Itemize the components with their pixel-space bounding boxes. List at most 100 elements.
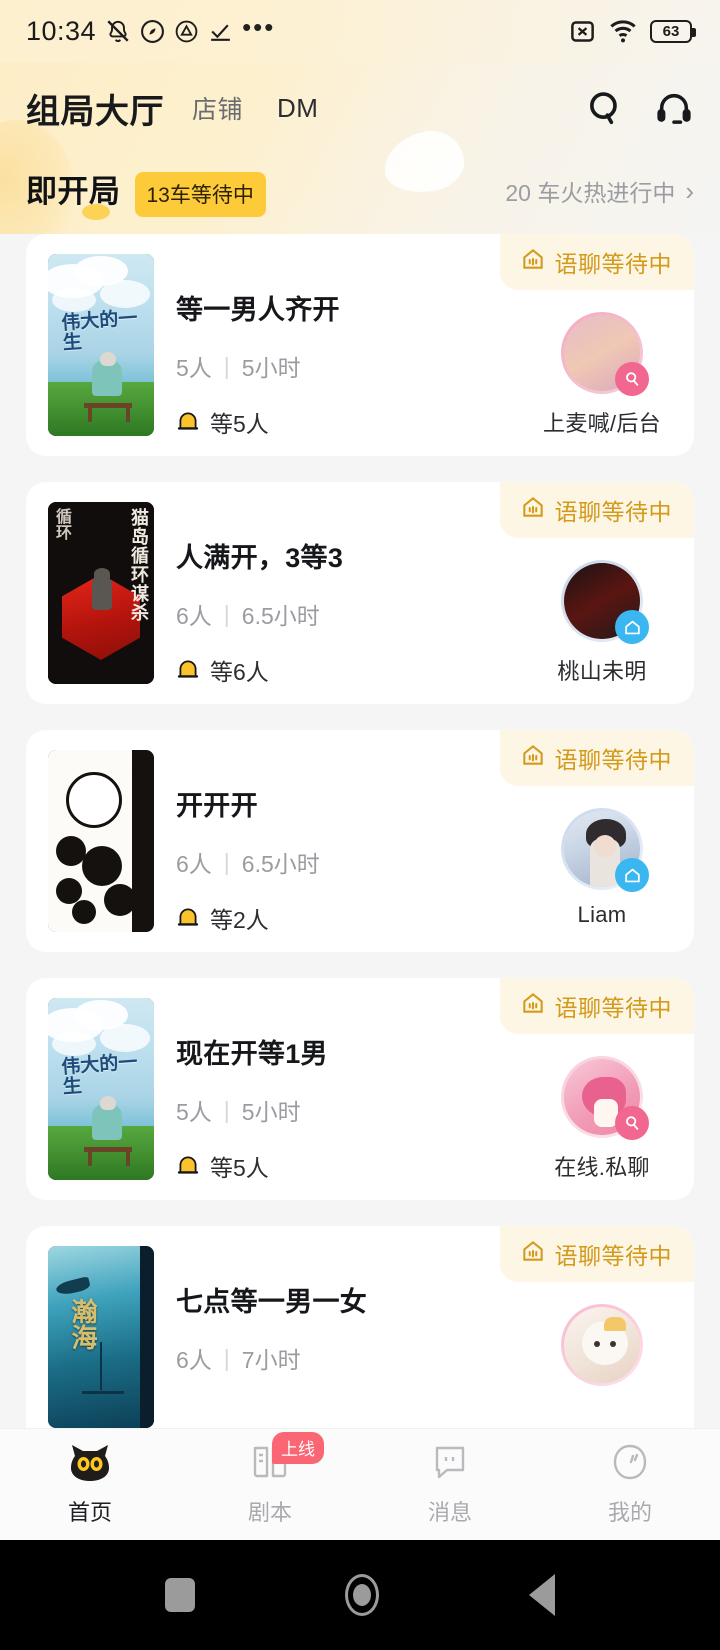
house-icon [615,858,649,892]
tab-dm[interactable]: DM [277,93,318,124]
host-name: 桃山未明 [557,654,646,686]
wait-label: 等5人 [210,405,269,439]
table-row[interactable]: 瀚海 七点等一男一女 6人 | 7小时 语聊等待中 [26,1226,694,1448]
duration: 5小时 [242,349,301,383]
table-row[interactable]: 伟大的一生 等一男人齐开 5人 | 5小时 [26,234,694,456]
status-label: 语聊等待中 [555,989,673,1023]
status-label: 语聊等待中 [555,493,673,527]
script-poster: 猫岛循环谋杀 循环 [48,502,154,684]
header: 组局大厅 店铺 DM [0,62,720,234]
status-label: 语聊等待中 [555,1237,673,1271]
duration: 6.5小时 [242,845,320,879]
status-label: 语聊等待中 [555,741,673,775]
house-audio-icon [520,1238,546,1270]
host-block[interactable]: 上麦喊/后台 [540,312,664,438]
meta-divider: | [224,1097,230,1124]
tab-label: 剧本 [248,1495,292,1527]
house-audio-icon [520,742,546,774]
message-icon [429,1442,471,1487]
table-row[interactable]: 猫岛循环谋杀 循环 人满开，3等3 6人 | 6.5小时 [26,482,694,704]
status-badge: 语聊等待中 [500,978,695,1034]
android-nav-bar [0,1540,720,1650]
poster-title: 猫岛循环谋杀 [130,508,148,622]
battery-level: 63 [663,23,680,40]
ongoing-link[interactable]: 20 车火热进行中 › [505,174,694,208]
poster-subtitle: 循环 [53,508,69,540]
host-block[interactable] [540,1304,664,1386]
tab-label: 消息 [428,1495,472,1527]
bottom-tab-bar: 首页 上线 剧本 消息 [0,1428,720,1540]
status-badge: 语聊等待中 [500,482,695,538]
battery-icon: 63 [650,20,692,43]
script-poster: 戏班 [48,750,154,932]
script-poster: 伟大的一生 [48,998,154,1180]
compass-icon [140,19,165,44]
meta-divider: | [224,849,230,876]
script-poster: 伟大的一生 [48,254,154,436]
sim-disabled-icon [569,18,596,45]
avatar [564,1307,640,1383]
host-name: 上麦喊/后台 [543,406,661,438]
chevron-right-icon: › [685,176,694,207]
room-list[interactable]: 伟大的一生 等一男人齐开 5人 | 5小时 [0,234,720,1448]
table-row[interactable]: 伟大的一生 现在开等1男 5人 | 5小时 [26,978,694,1200]
back-button[interactable] [529,1574,555,1616]
house-audio-icon [520,246,546,278]
avatar-ring [561,808,643,890]
poster-title: 伟大的一生 [61,307,154,353]
status-badge: 语聊等待中 [500,234,695,290]
duration: 5小时 [242,1093,301,1127]
headset-icon[interactable] [654,89,694,127]
duration: 6.5小时 [242,597,320,631]
poster-title: 戏班 [135,758,150,788]
audio-wave-icon [615,1106,649,1140]
host-block[interactable]: Liam [540,808,664,928]
people-count: 6人 [176,597,212,631]
search-icon[interactable] [586,89,624,127]
house-audio-icon [520,494,546,526]
wait-label: 等6人 [210,653,269,687]
meta-divider: | [224,1345,230,1372]
poster-title: 瀚海 [68,1298,96,1350]
avatar-ring [561,1056,643,1138]
meta-divider: | [224,601,230,628]
wait-label: 等2人 [210,901,269,935]
tab-script[interactable]: 上线 剧本 [180,1442,360,1527]
tab-messages[interactable]: 消息 [360,1442,540,1527]
wifi-icon [609,18,637,44]
page-title[interactable]: 组局大厅 [26,84,164,133]
phone-screen: 10:34 [0,0,720,1650]
spotlight-person-icon [176,1154,200,1178]
tab-profile[interactable]: 我的 [540,1442,720,1527]
tab-home[interactable]: 首页 [0,1442,180,1527]
wait-label: 等5人 [210,1149,269,1183]
people-count: 5人 [176,1093,212,1127]
duration: 7小时 [242,1341,301,1375]
meta-divider: | [224,353,230,380]
avatar-ring [561,1304,643,1386]
status-time: 10:34 [26,16,96,47]
script-poster: 瀚海 [48,1246,154,1428]
table-row[interactable]: 戏班 开开开 6人 | 6.5小时 [26,730,694,952]
section-title: 即开局 [26,166,121,211]
avatar-ring [561,560,643,642]
status-badge: 语聊等待中 [500,1226,695,1282]
host-block[interactable]: 在线.私聊 [540,1056,664,1182]
avatar-ring [561,312,643,394]
status-badge: 语聊等待中 [500,730,695,786]
house-icon [615,610,649,644]
status-bar-right: 63 [569,18,692,45]
profile-icon [609,1442,651,1487]
host-name: Liam [578,902,627,928]
nav-actions [586,89,694,127]
host-name: 在线.私聊 [554,1150,650,1182]
recents-button[interactable] [165,1578,195,1612]
spotlight-person-icon [176,906,200,930]
host-block[interactable]: 桃山未明 [540,560,664,686]
status-bar: 10:34 [0,0,720,62]
status-badge: 上线 [272,1432,324,1464]
tab-label: 首页 [68,1495,112,1527]
status-bar-left: 10:34 [26,16,275,47]
tab-shop[interactable]: 店铺 [192,90,243,126]
home-button[interactable] [345,1574,379,1616]
